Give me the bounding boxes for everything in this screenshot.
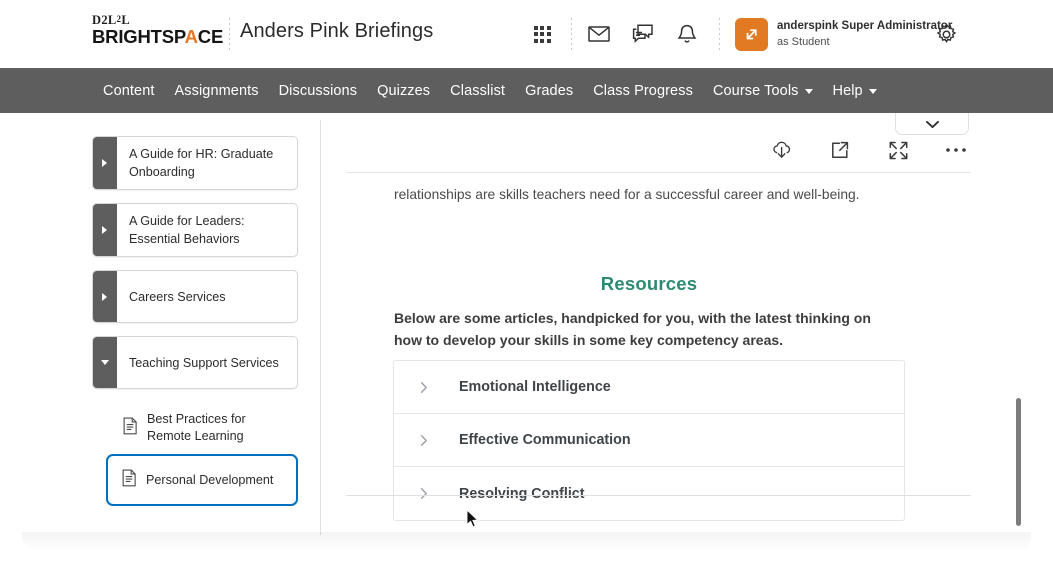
triangle-right-icon <box>102 226 107 234</box>
scrollbar-thumb[interactable] <box>1016 398 1021 526</box>
nav-item-help[interactable]: Help <box>823 83 887 99</box>
nav-label: Discussions <box>278 82 358 99</box>
chevron-down-icon <box>804 89 813 94</box>
nav-label: Grades <box>525 82 574 99</box>
content-toolbar <box>769 137 969 163</box>
waffle-icon[interactable] <box>526 18 558 50</box>
d2l-wordmark: D2L2L <box>92 13 130 27</box>
document-icon <box>123 416 138 440</box>
nav-item-classlist[interactable]: Classlist <box>440 83 515 99</box>
app-root: D2L2L BRIGHTSPACE Anders Pink Briefings <box>0 0 1053 562</box>
brightspace-logo[interactable]: D2L2L BRIGHTSPACE <box>92 13 224 48</box>
course-title: Anders Pink Briefings <box>240 20 434 42</box>
header-divider-2 <box>571 18 572 50</box>
nav-label: Course Tools <box>712 82 799 99</box>
sidebar-item-label: Teaching Support Services <box>129 355 279 370</box>
nav-item-grades[interactable]: Grades <box>515 83 583 99</box>
nav-item-assignments[interactable]: Assignments <box>165 83 269 99</box>
content-bottom-rule <box>346 495 971 496</box>
chevron-right-icon <box>420 381 438 394</box>
role-name[interactable]: anderspink Super Administrator <box>777 20 952 32</box>
chevron-down-icon <box>868 89 877 94</box>
expand-handle[interactable] <box>93 271 117 322</box>
sidebar-item-label: Careers Services <box>129 289 226 304</box>
course-navbar: Content Assignments Discussions Quizzes … <box>0 68 1053 113</box>
sidebar-item-teaching-support-services[interactable]: Teaching Support Services <box>92 336 298 389</box>
accordion-title: Effective Communication <box>459 432 631 448</box>
chat-icon[interactable] <box>627 18 659 50</box>
content-top-rule <box>346 172 971 173</box>
sidebar-item-careers-services[interactable]: Careers Services <box>92 270 298 323</box>
accordion-row-effective-communication[interactable]: Effective Communication <box>394 414 904 467</box>
content-viewer: relationships are skills teachers need f… <box>321 113 1053 546</box>
chevron-down-icon <box>925 120 939 129</box>
nav-item-discussions[interactable]: Discussions <box>269 83 367 99</box>
mail-icon[interactable] <box>583 18 615 50</box>
download-icon[interactable] <box>769 137 795 163</box>
brightspace-wordmark: BRIGHTSPACE <box>92 26 224 47</box>
nav-item-class-progress[interactable]: Class Progress <box>583 83 703 99</box>
expand-handle[interactable] <box>93 204 117 256</box>
nav-label: Content <box>103 82 155 99</box>
course-toc-sidebar: A Guide for HR: Graduate Onboarding A Gu… <box>92 136 298 506</box>
navbar-items: Content Assignments Discussions Quizzes … <box>0 83 887 99</box>
triangle-right-icon <box>102 292 107 301</box>
nav-item-content[interactable]: Content <box>93 83 165 99</box>
page-frame: D2L2L BRIGHTSPACE Anders Pink Briefings <box>0 0 1053 546</box>
waffle-grid <box>533 25 551 43</box>
accordion-row-emotional-intelligence[interactable]: Emotional Intelligence <box>394 361 904 414</box>
nav-item-course-tools[interactable]: Course Tools <box>703 83 823 99</box>
nav-label: Class Progress <box>593 82 693 99</box>
nav-label: Quizzes <box>377 82 431 99</box>
nav-label: Assignments <box>174 82 259 99</box>
expand-handle[interactable] <box>93 137 117 189</box>
nav-item-quizzes[interactable]: Quizzes <box>367 83 440 99</box>
sidebar-topic-personal-development[interactable]: Personal Development <box>106 454 298 506</box>
page-drop-shadow <box>22 532 1031 552</box>
triangle-right-icon <box>102 159 107 167</box>
external-link-icon[interactable] <box>827 137 853 163</box>
chevron-right-icon <box>420 487 438 500</box>
chevron-right-icon <box>420 434 438 447</box>
bell-icon[interactable] <box>671 18 703 50</box>
accordion-title: Resolving Conflict <box>459 485 585 502</box>
role-switch-icon[interactable] <box>735 18 768 51</box>
gear-icon[interactable] <box>929 17 963 51</box>
content-scrollbar[interactable] <box>1014 113 1023 546</box>
nav-label: Classlist <box>450 82 506 99</box>
sidebar-topic-label: Personal Development <box>146 472 274 487</box>
role-subtitle: as Student <box>777 36 830 48</box>
view-options-dropdown[interactable] <box>895 113 969 135</box>
collapse-handle[interactable] <box>93 337 117 388</box>
sidebar-item-label: A Guide for Leaders: Essential Behaviors <box>129 214 245 246</box>
nav-label: Help <box>832 82 863 99</box>
more-options-icon[interactable] <box>943 137 969 163</box>
sidebar-topic-best-practices[interactable]: Best Practices for Remote Learning <box>114 402 298 454</box>
sidebar-item-guide-hr[interactable]: A Guide for HR: Graduate Onboarding <box>92 136 298 190</box>
document-icon <box>122 468 137 492</box>
triangle-down-icon <box>100 360 109 365</box>
paragraph-tail: relationships are skills teachers need f… <box>394 187 860 202</box>
header-divider-1 <box>229 18 230 50</box>
sidebar-item-label: A Guide for HR: Graduate Onboarding <box>129 147 274 179</box>
accordion-row-resolving-conflict[interactable]: Resolving Conflict <box>394 467 904 520</box>
accordion-title: Emotional Intelligence <box>459 379 611 395</box>
expand-icon[interactable] <box>885 137 911 163</box>
resources-heading: Resources <box>600 273 698 294</box>
sidebar-item-guide-leaders[interactable]: A Guide for Leaders: Essential Behaviors <box>92 203 298 257</box>
top-header: D2L2L BRIGHTSPACE Anders Pink Briefings <box>0 0 1053 68</box>
header-divider-3 <box>719 18 720 50</box>
sidebar-topic-label: Best Practices for Remote Learning <box>147 412 246 443</box>
resources-intro: Below are some articles, handpicked for … <box>394 310 871 348</box>
sidebar-subitems: Best Practices for Remote Learning Perso… <box>106 402 298 506</box>
resources-accordion: Emotional Intelligence Effective Communi… <box>393 360 905 521</box>
